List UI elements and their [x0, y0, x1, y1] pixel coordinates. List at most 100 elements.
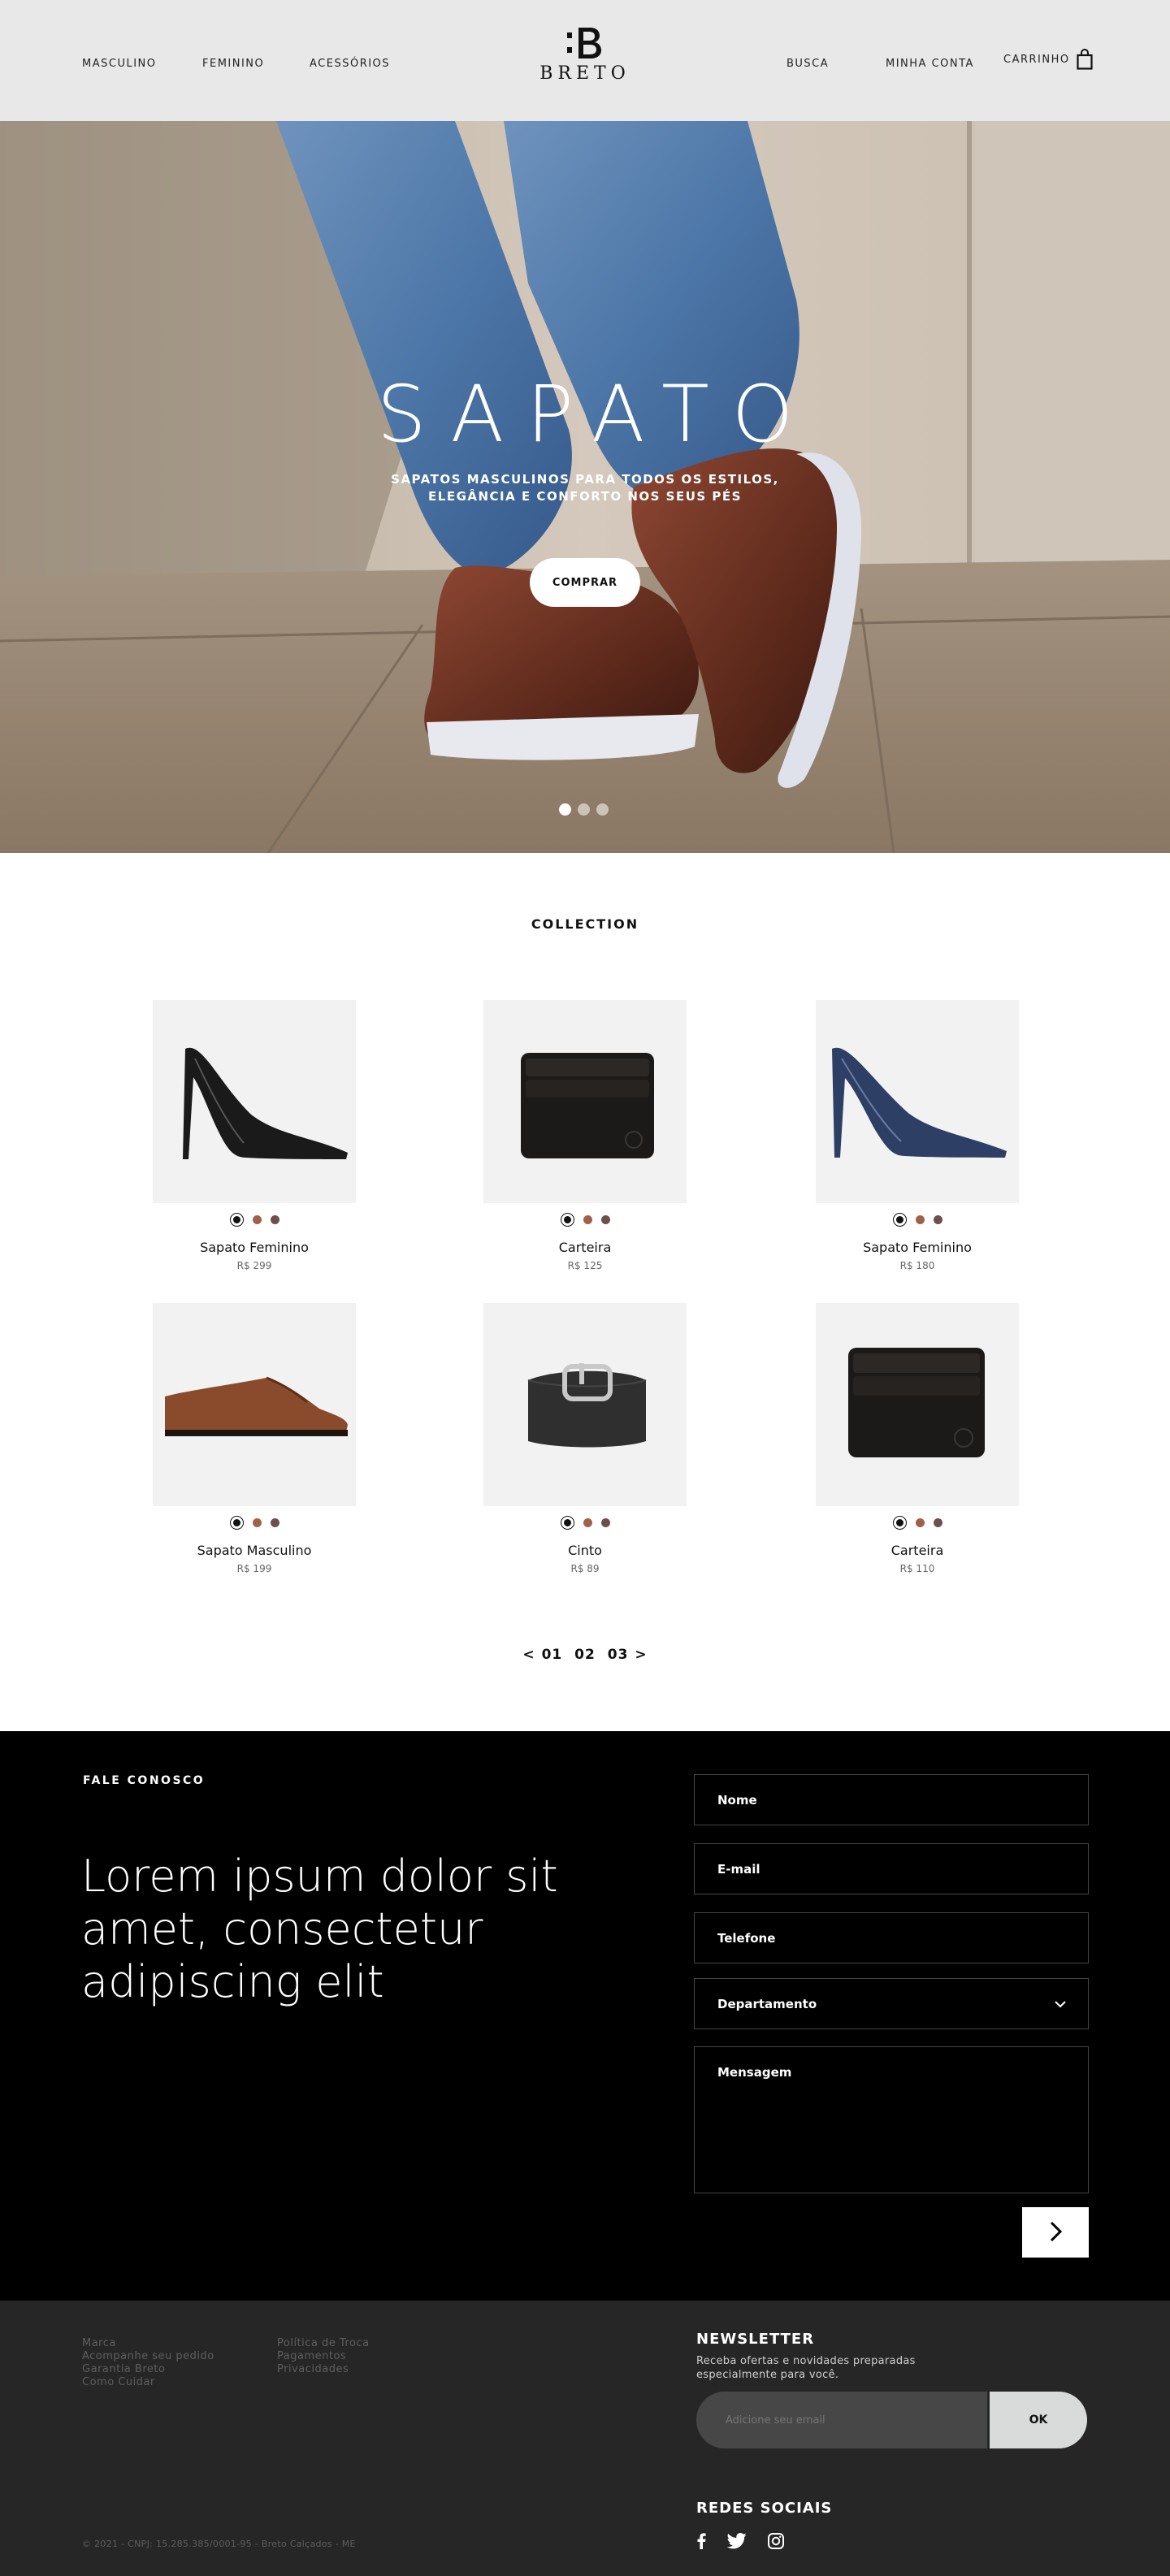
- contact-label: FALE CONOSCO: [83, 1774, 206, 1787]
- swatch-black[interactable]: [229, 1213, 244, 1227]
- product-name[interactable]: Cinto: [483, 1543, 687, 1558]
- site-footer: Marca Acompanhe seu pedido Garantia Bret…: [0, 2301, 1170, 2576]
- chevron-down-icon: [1055, 2001, 1066, 2008]
- email-field[interactable]: E-mail: [694, 1843, 1089, 1894]
- product-name[interactable]: Sapato Feminino: [153, 1240, 356, 1255]
- message-field[interactable]: Mensagem: [694, 2046, 1089, 2193]
- logo[interactable]: BRETO: [536, 26, 634, 91]
- breto-logo-mark-icon: [567, 28, 601, 58]
- swatch-brown[interactable]: [915, 1215, 925, 1224]
- comprar-button[interactable]: COMPRAR: [530, 558, 640, 607]
- footer-link[interactable]: Acompanhe seu pedido: [82, 2350, 214, 2362]
- nav-acessorios[interactable]: ACESSÓRIOS: [310, 58, 390, 70]
- footer-link[interactable]: Como Cuidar: [82, 2376, 155, 2388]
- swatch-black[interactable]: [560, 1516, 574, 1530]
- footer-link[interactable]: Marca: [82, 2337, 116, 2349]
- swatch-brown[interactable]: [915, 1518, 925, 1527]
- footer-link[interactable]: Privacidades: [277, 2363, 349, 2375]
- pagination-prev[interactable]: <: [522, 1647, 535, 1663]
- pagination-page[interactable]: 01: [542, 1647, 563, 1663]
- newsletter-title: NEWSLETTER: [696, 2331, 815, 2348]
- name-field-label: Nome: [717, 1792, 757, 1808]
- product-name[interactable]: Carteira: [816, 1543, 1019, 1558]
- product-name[interactable]: Carteira: [483, 1240, 687, 1255]
- color-swatches: [483, 1516, 687, 1530]
- product-card[interactable]: Cinto R$ 89: [483, 1303, 687, 1612]
- nav-minha-conta[interactable]: MINHA CONTA: [886, 58, 974, 70]
- department-select-label: Departamento: [717, 1996, 817, 2011]
- swatch-brown[interactable]: [252, 1518, 262, 1527]
- product-card[interactable]: Carteira R$ 110: [816, 1303, 1019, 1612]
- facebook-icon[interactable]: [696, 2533, 706, 2549]
- instagram-icon[interactable]: [768, 2533, 784, 2549]
- product-price: R$ 180: [899, 1260, 935, 1271]
- swatch-mauve[interactable]: [933, 1518, 942, 1527]
- swatch-mauve[interactable]: [600, 1518, 610, 1527]
- swatch-black[interactable]: [229, 1516, 244, 1530]
- phone-field[interactable]: Telefone: [694, 1912, 1089, 1963]
- brown-oxford-image: [165, 1376, 348, 1436]
- swatch-brown[interactable]: [583, 1215, 592, 1224]
- footer-link[interactable]: Política de Troca: [277, 2337, 370, 2349]
- copyright: © 2021 - CNPJ: 15.285.385/0001-95 - Bret…: [82, 2539, 356, 2549]
- chevron-right-icon: [1050, 2221, 1063, 2241]
- color-swatches: [816, 1516, 1019, 1530]
- carousel-dot[interactable]: [596, 803, 609, 816]
- cart-label: CARRINHO: [1003, 53, 1070, 66]
- footer-link[interactable]: Pagamentos: [277, 2350, 346, 2362]
- product-card[interactable]: Sapato Feminino R$ 299: [153, 1000, 356, 1309]
- swatch-black[interactable]: [560, 1213, 574, 1227]
- swatch-mauve[interactable]: [270, 1215, 280, 1224]
- black-wallet-image: [521, 1053, 654, 1158]
- cart-link[interactable]: CARRINHO: [1003, 49, 1093, 70]
- hero-subtitle-line-1: SAPATOS MASCULINOS PARA TODOS OS ESTILOS…: [391, 472, 779, 487]
- product-image[interactable]: [483, 1303, 687, 1506]
- social-icons: [696, 2533, 784, 2549]
- newsletter-description: Receba ofertas e novidades preparadas es…: [696, 2355, 916, 2381]
- swatch-brown[interactable]: [583, 1518, 592, 1527]
- swatch-black[interactable]: [892, 1516, 907, 1530]
- shopping-bag-icon: [1077, 49, 1093, 70]
- swatch-mauve[interactable]: [270, 1518, 280, 1527]
- black-belt-image: [527, 1363, 647, 1448]
- pagination-next[interactable]: >: [635, 1647, 647, 1663]
- hero-banner: SAPATO SAPATOS MASCULINOS PARA TODOS OS …: [0, 121, 1170, 853]
- product-image[interactable]: [153, 1303, 356, 1506]
- department-select[interactable]: Departamento: [694, 1978, 1089, 2029]
- nav-busca[interactable]: BUSCA: [786, 58, 829, 70]
- color-swatches: [153, 1213, 356, 1227]
- product-card[interactable]: Sapato Masculino R$ 199: [153, 1303, 356, 1612]
- pagination-page[interactable]: 03: [608, 1647, 629, 1663]
- swatch-black[interactable]: [892, 1213, 907, 1227]
- product-card[interactable]: Sapato Feminino R$ 180: [816, 1000, 1019, 1309]
- nav-masculino[interactable]: MASCULINO: [82, 58, 157, 70]
- swatch-mauve[interactable]: [600, 1215, 610, 1224]
- newsletter-email-input[interactable]: [696, 2392, 987, 2448]
- nav-feminino[interactable]: FEMININO: [202, 58, 264, 70]
- product-image[interactable]: [816, 1303, 1019, 1506]
- send-button[interactable]: [1022, 2207, 1089, 2258]
- name-field[interactable]: Nome: [694, 1774, 1089, 1825]
- product-price: R$ 299: [236, 1260, 272, 1271]
- pagination: <01 02 03 >: [0, 1647, 1170, 1663]
- product-name[interactable]: Sapato Masculino: [153, 1543, 356, 1558]
- email-field-label: E-mail: [717, 1861, 760, 1877]
- product-price: R$ 110: [899, 1563, 935, 1574]
- pagination-page[interactable]: 02: [574, 1647, 596, 1663]
- carousel-dot[interactable]: [559, 803, 571, 816]
- site-header: MASCULINO FEMININO ACESSÓRIOS BRETO BUSC…: [0, 0, 1170, 121]
- product-image[interactable]: [816, 1000, 1019, 1203]
- swatch-brown[interactable]: [252, 1215, 262, 1224]
- newsletter-submit-button[interactable]: OK: [990, 2392, 1087, 2448]
- phone-field-label: Telefone: [717, 1930, 776, 1946]
- product-image[interactable]: [483, 1000, 687, 1203]
- hero-title: SAPATO: [376, 369, 817, 460]
- product-card[interactable]: Carteira R$ 125: [483, 1000, 687, 1309]
- product-name[interactable]: Sapato Feminino: [816, 1240, 1019, 1255]
- product-image[interactable]: [153, 1000, 356, 1203]
- footer-link[interactable]: Garantia Breto: [82, 2363, 165, 2375]
- swatch-mauve[interactable]: [933, 1215, 942, 1224]
- carousel-dot[interactable]: [578, 803, 590, 816]
- black-wallet-image: [848, 1348, 985, 1457]
- twitter-icon[interactable]: [727, 2533, 747, 2549]
